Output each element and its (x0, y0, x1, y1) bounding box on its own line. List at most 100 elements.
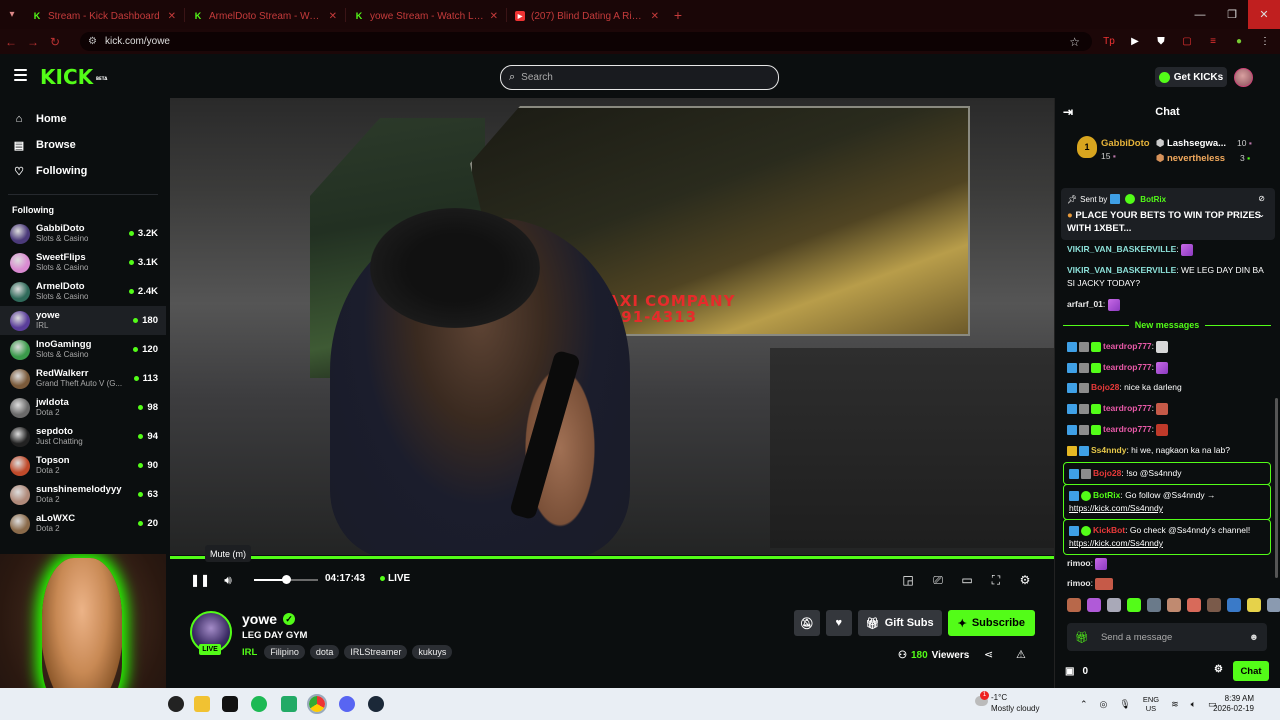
gift-subs-button[interactable]: 🎁︎ Gift Subs (857, 610, 942, 636)
language-indicator[interactable]: ENG US (1143, 695, 1159, 713)
video-player[interactable]: HOH TAXI COMPANY TEL #:491-4313 (170, 98, 1054, 555)
chat-message[interactable]: teardrop777: (1067, 340, 1273, 353)
steam-icon[interactable] (368, 696, 384, 712)
restore-icon[interactable]: ❐ (1216, 0, 1248, 29)
sidebar-channel-gabbidoto[interactable]: GabbiDoto Slots & Casino 3.2K (0, 219, 166, 248)
emote-icon[interactable] (1207, 598, 1221, 612)
share-icon[interactable]: ⋖ (984, 648, 993, 661)
browser-tab[interactable]: K ArmelDoto Stream - Watch Liv ✕ (185, 3, 345, 29)
chat-message-input[interactable]: 🎁︎ Send a message ☻ (1067, 623, 1267, 651)
tab-close-icon[interactable]: ✕ (651, 11, 659, 22)
emote-icon[interactable] (1087, 598, 1101, 612)
sidebar-channel-sweetflips[interactable]: SweetFlips Slots & Casino 3.1K (0, 248, 166, 277)
browser-menu-icon[interactable]: ⋮ (1254, 34, 1276, 50)
highlighted-message[interactable]: Bojo28: !so @Ss4nndy (1063, 462, 1271, 485)
shield-icon[interactable]: ⛊ (1150, 34, 1172, 50)
chat-username[interactable]: VIKIR_VAN_BASKERVILLE (1067, 244, 1176, 254)
unpin-icon[interactable]: ⊘ (1258, 194, 1265, 203)
sidebar-channel-inogamingg[interactable]: InoGamingg Slots & Casino 120 (0, 335, 166, 364)
chat-username[interactable]: arfarf_01 (1067, 299, 1103, 309)
emote-icon[interactable] (1067, 598, 1081, 612)
pause-icon[interactable]: ❚❚ (190, 573, 210, 587)
sidebar-channel-alowxc[interactable]: aLoWXC Dota 2 20 (0, 509, 166, 538)
sidebar-channel-jwldota[interactable]: jwldota Dota 2 98 (0, 393, 166, 422)
live-indicator[interactable]: LIVE (380, 573, 410, 584)
tag-pill[interactable]: Filipino (264, 645, 305, 659)
emote-icon[interactable] (1187, 598, 1201, 612)
sidebar-item-browse[interactable]: ▤ Browse (0, 132, 166, 158)
emoji-picker-icon[interactable]: ☻ (1249, 632, 1259, 643)
sidebar-item-following[interactable]: ♡ Following (0, 158, 166, 184)
expand-chevron-icon[interactable]: ⌄ (1258, 210, 1265, 219)
discord-icon[interactable] (339, 696, 355, 712)
kick-logo[interactable]: KICK BETA (40, 67, 107, 87)
new-tab-icon[interactable]: + (667, 7, 689, 23)
clip-icon[interactable]: ⎚ (930, 573, 946, 587)
stream-category-link[interactable]: IRL (242, 647, 257, 658)
sidebar-channel-yowe[interactable]: yowe IRL 180 (0, 306, 166, 335)
browser-tab[interactable]: K Stream - Kick Dashboard ✕ (24, 3, 184, 29)
leader-2[interactable]: ⬢ Lashsegwa... (1156, 138, 1226, 149)
gift-icon[interactable]: 🎁︎ (1075, 631, 1089, 644)
tab-close-icon[interactable]: ✕ (168, 11, 176, 22)
streamer-name[interactable]: yowe ✓ (242, 611, 296, 627)
minimize-icon[interactable]: — (1184, 0, 1216, 29)
chat-username[interactable]: Ss4nndy (1091, 445, 1126, 455)
collapse-chat-icon[interactable]: ⇥ (1063, 105, 1073, 119)
tag-pill[interactable]: dota (309, 645, 340, 659)
chat-link[interactable]: https://kick.com/Ss4nndy (1069, 538, 1163, 548)
url-bar[interactable]: ⚙ kick.com/yowe ☆ (80, 32, 1092, 51)
back-icon[interactable]: ← (0, 35, 22, 49)
tab-close-icon[interactable]: ✕ (329, 11, 337, 22)
sidebar-channel-sepdoto[interactable]: sepdoto Just Chatting 94 (0, 422, 166, 451)
emote-icon[interactable] (1107, 598, 1121, 612)
emote-icon[interactable] (1267, 598, 1280, 612)
tag-pill[interactable]: kukuys (412, 645, 453, 659)
chat-send-button[interactable]: Chat (1233, 661, 1269, 681)
microphone-icon[interactable]: 🎙︎ (1119, 699, 1130, 710)
notifications-off-icon[interactable]: 🔕︎ (793, 610, 820, 636)
chat-message[interactable]: VIKIR_VAN_BASKERVILLE: (1067, 243, 1273, 256)
leader-1-name[interactable]: GabbiDoto (1101, 138, 1150, 149)
chat-username[interactable]: Bojo28 (1091, 382, 1119, 392)
extension-play-icon[interactable]: ▶ (1124, 34, 1146, 50)
speaker-icon[interactable]: 🔈︎ (1191, 699, 1196, 710)
file-explorer-icon[interactable] (194, 696, 210, 712)
tray-app-icon[interactable]: ◎ (1100, 699, 1108, 710)
taskbar-clock[interactable]: 8:39 AM 2026-02-19 (1208, 694, 1254, 714)
user-avatar[interactable] (1234, 68, 1253, 87)
chat-message[interactable]: rimoo: (1067, 557, 1273, 570)
chat-message[interactable]: teardrop777: (1067, 361, 1273, 374)
wifi-icon[interactable]: ≋ (1171, 699, 1179, 710)
subscribe-button[interactable]: ✦ Subscribe (947, 610, 1035, 636)
profile-icon[interactable]: ● (1228, 34, 1250, 50)
chat-username[interactable]: rimoo (1067, 558, 1091, 568)
chat-settings-icon[interactable]: ⚙ (1214, 664, 1223, 675)
weather-widget[interactable]: 1 -1°C Mostly cloudy (975, 691, 1039, 714)
sidebar-item-home[interactable]: ⌂ Home (0, 106, 166, 132)
emote-icon[interactable] (1247, 598, 1261, 612)
emote-icon[interactable] (1147, 598, 1161, 612)
chat-username[interactable]: teardrop777 (1103, 403, 1152, 413)
extension-icon[interactable]: Tp (1098, 34, 1120, 50)
emote-icon[interactable] (1227, 598, 1241, 612)
chat-username[interactable]: Bojo28 (1093, 468, 1121, 478)
pinned-message[interactable]: 📌︎ Sent by BotRix ⊘ ⌄ ● PLACE YOUR BETS … (1061, 188, 1275, 240)
volume-knob[interactable] (282, 575, 291, 584)
emote-icon[interactable] (1167, 598, 1181, 612)
extension-icon[interactable]: ▢ (1176, 34, 1198, 50)
kicks-box-icon[interactable]: ▣ (1065, 666, 1074, 677)
follow-heart-icon[interactable]: ♥ (825, 610, 852, 636)
chat-username[interactable]: teardrop777 (1103, 341, 1152, 351)
chat-username[interactable]: rimoo (1067, 578, 1091, 588)
chat-message[interactable]: Bojo28: nice ka darleng (1067, 381, 1273, 394)
chat-message[interactable]: Ss4nndy: hi we, nagkaon ka na lab? (1067, 444, 1273, 457)
settings-gear-icon[interactable]: ⚙ (1017, 573, 1033, 587)
site-info-icon[interactable]: ⚙ (88, 36, 97, 47)
theater-mode-icon[interactable]: ▭ (959, 573, 975, 587)
sidebar-channel-sunshinemelodyyy[interactable]: sunshinemelodyyy Dota 2 63 (0, 480, 166, 509)
leader-3[interactable]: ⬢ nevertheless (1156, 153, 1225, 164)
volume-icon[interactable]: 🔊︎ (220, 573, 236, 587)
bookmark-star-icon[interactable]: ☆ (1069, 35, 1080, 49)
miniplayer-icon[interactable]: ◲ (900, 573, 916, 587)
